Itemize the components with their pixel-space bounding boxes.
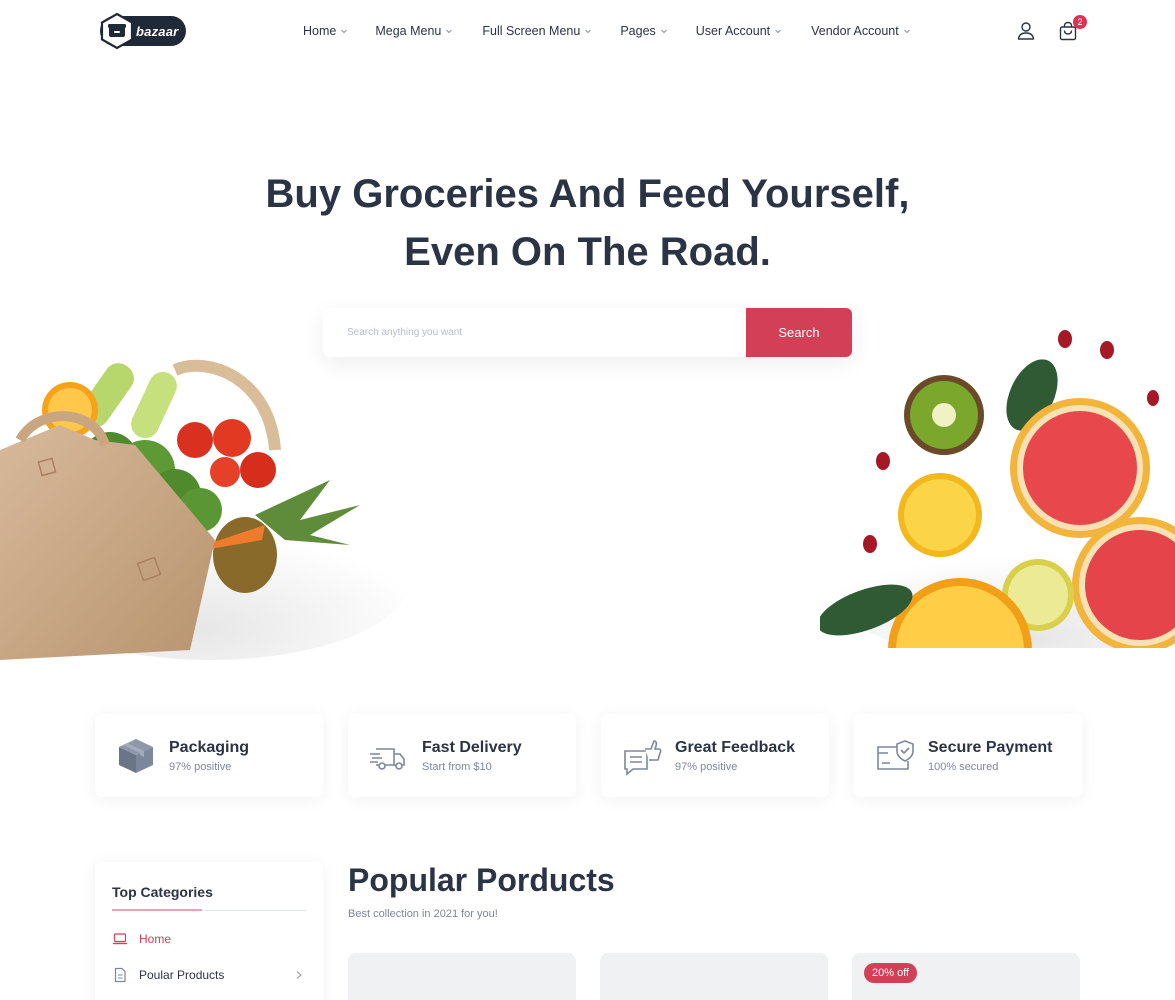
top-categories-panel: Top Categories Home Poular Products (95, 862, 323, 1000)
logo-badge: bazaar (100, 12, 187, 50)
category-item-home[interactable]: Home (112, 921, 306, 957)
top-header: bazaar Home Mega Menu Full Screen Menu P… (0, 0, 1175, 64)
chevron-down-icon (341, 29, 348, 34)
product-card[interactable]: 20% off (852, 953, 1080, 1000)
nav-home[interactable]: Home (303, 24, 348, 38)
cart-button[interactable]: 2 (1057, 15, 1087, 42)
service-subtitle: 97% positive (169, 760, 232, 773)
box-icon (119, 738, 153, 773)
logo[interactable]: bazaar (100, 12, 187, 50)
service-subtitle: 97% positive (675, 760, 738, 773)
header-actions: 2 (1015, 15, 1087, 42)
product-card[interactable] (600, 953, 828, 1000)
service-title: Secure Payment (928, 738, 1053, 756)
product-card[interactable] (348, 953, 576, 1000)
service-card-fast-delivery: Fast Delivery Start from $10 (348, 714, 576, 797)
chevron-down-icon (903, 29, 910, 34)
category-item-popular-products[interactable]: Poular Products (112, 957, 306, 993)
service-card-great-feedback: Great Feedback 97% positive (601, 714, 829, 797)
main-nav: Home Mega Menu Full Screen Menu Pages Us… (303, 24, 911, 38)
category-label: Home (139, 932, 172, 946)
hero-title-line-1: Buy Groceries And Feed Yourself, (265, 172, 910, 216)
chevron-right-icon (296, 971, 302, 979)
hero-title-line-2: Even On The Road. (404, 230, 771, 274)
service-subtitle: Start from $10 (422, 760, 492, 773)
nav-mega-menu[interactable]: Mega Menu (375, 24, 453, 38)
service-subtitle: 100% secured (928, 760, 999, 773)
service-card-packaging: Packaging 97% positive (95, 714, 323, 797)
nav-user-account-label: User Account (695, 24, 771, 38)
nav-full-screen-menu[interactable]: Full Screen Menu (482, 24, 592, 38)
service-title: Packaging (169, 738, 250, 756)
grocery-bag-illustration (0, 359, 410, 660)
nav-vendor-account[interactable]: Vendor Account (811, 24, 911, 38)
services-row: Packaging 97% positive Fast Delivery Sta… (95, 714, 1082, 797)
nav-full-screen-menu-label: Full Screen Menu (482, 24, 581, 38)
nav-user-account[interactable]: User Account (696, 24, 782, 38)
nav-mega-menu-label: Mega Menu (375, 24, 442, 38)
secure-card-icon (877, 739, 914, 770)
categories-title: Top Categories (112, 884, 306, 911)
cart-count-badge: 2 (1073, 15, 1087, 29)
feedback-icon (624, 739, 662, 776)
service-title: Fast Delivery (422, 738, 522, 756)
chevron-down-icon (446, 29, 453, 34)
logo-text: bazaar (136, 23, 179, 39)
nav-pages[interactable]: Pages (620, 24, 667, 38)
hero-title: Buy Groceries And Feed Yourself, Even On… (0, 165, 1175, 281)
popular-products-subtitle: Best collection in 2021 for you! (348, 908, 498, 920)
category-label: Poular Products (139, 968, 225, 982)
chevron-down-icon (585, 29, 592, 34)
service-card-secure-payment: Secure Payment 100% secured (854, 714, 1082, 797)
citrus-fruits-illustration (820, 330, 1175, 660)
nav-pages-label: Pages (620, 24, 656, 38)
chevron-down-icon (660, 29, 667, 34)
truck-icon (370, 747, 405, 770)
discount-badge: 20% off (864, 963, 918, 983)
user-icon[interactable] (1015, 20, 1037, 42)
popular-products-title: Popular Porducts (348, 862, 615, 898)
document-icon (114, 967, 126, 983)
service-title: Great Feedback (675, 738, 796, 756)
logo-shop-icon (100, 12, 134, 50)
chevron-down-icon (775, 29, 781, 34)
nav-home-label: Home (303, 24, 337, 38)
nav-vendor-account-label: Vendor Account (811, 24, 899, 38)
laptop-icon (113, 933, 127, 945)
